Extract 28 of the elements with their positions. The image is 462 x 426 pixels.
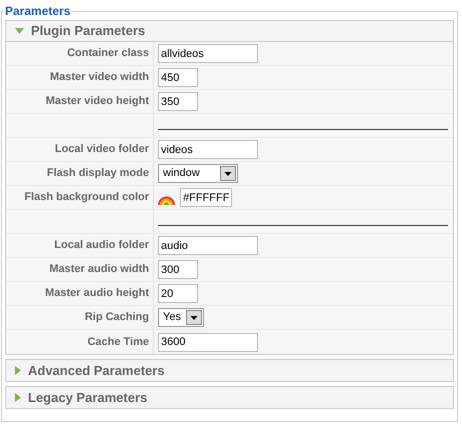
panel-title: Plugin Parameters: [31, 22, 146, 40]
dropdown[interactable]: window: [158, 164, 238, 183]
text-field[interactable]: 20: [158, 284, 198, 303]
panel-header[interactable]: Advanced Parameters: [6, 360, 453, 381]
field-label: Container class: [67, 46, 149, 62]
field-label: Rip Caching: [84, 310, 149, 326]
field-label: Master audio width: [49, 262, 149, 278]
field-label: Local video folder: [54, 142, 149, 158]
text-field[interactable]: videos: [158, 140, 258, 159]
text-field[interactable]: 300: [158, 260, 198, 279]
text-field[interactable]: #FFFFFF: [180, 188, 232, 207]
text-field[interactable]: 3600: [158, 332, 258, 352]
field-label: Local audio folder: [54, 238, 149, 254]
text-field[interactable]: allvideos: [158, 44, 258, 63]
text-field[interactable]: 350: [158, 92, 198, 111]
text-field[interactable]: 450: [158, 68, 198, 87]
field-label: Master video width: [50, 70, 149, 86]
field-label: Flash display mode: [46, 166, 149, 182]
field-label: Master audio height: [45, 286, 149, 302]
dropdown[interactable]: Yes: [158, 308, 204, 327]
field-label: Cache Time: [87, 334, 149, 350]
field-label: Flash background color: [24, 190, 149, 206]
panel-title: Legacy Parameters: [28, 388, 148, 407]
field-label: Master video height: [46, 94, 149, 110]
panel-title: Advanced Parameters: [28, 362, 165, 380]
parameters-legend: Parameters: [4, 2, 72, 20]
panel-header[interactable]: Legacy Parameters: [6, 387, 453, 408]
text-field[interactable]: audio: [158, 236, 258, 255]
